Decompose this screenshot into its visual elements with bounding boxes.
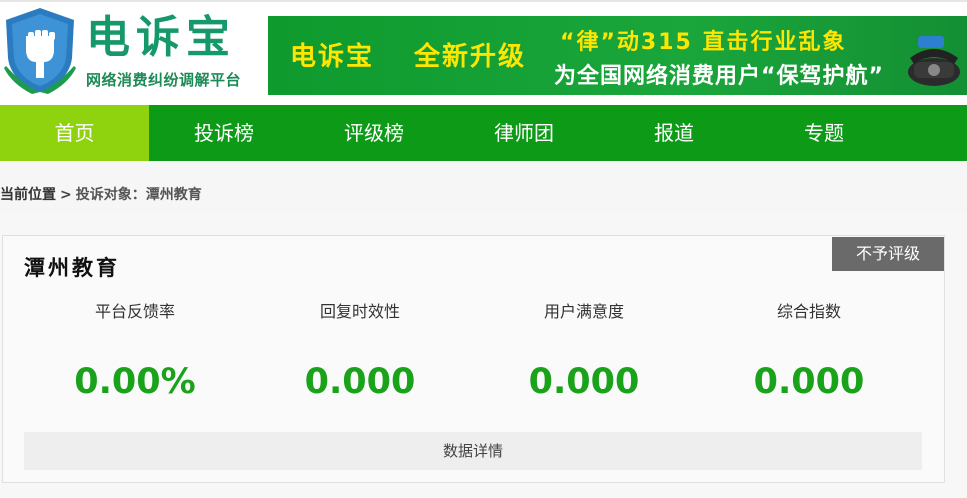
- breadcrumb-bar: 当前位置 > 投诉对象：潭州教育: [0, 161, 967, 212]
- breadcrumb: 当前位置 > 投诉对象：潭州教育: [0, 184, 202, 204]
- rating-status-badge: 不予评级: [832, 237, 944, 271]
- nav-lawyer-team[interactable]: 律师团: [449, 105, 599, 161]
- stat-label: 综合指数: [776, 302, 841, 321]
- breadcrumb-current: 当前位置: [0, 187, 56, 203]
- breadcrumb-path: 投诉对象：潭州教育: [75, 187, 202, 203]
- stat-value: 0.000: [304, 362, 416, 402]
- nav-home[interactable]: 首页: [0, 105, 149, 161]
- stat-user-satisfaction: 用户满意度 0.000: [484, 300, 684, 402]
- stat-label: 平台反馈率: [94, 302, 175, 321]
- banner-upgrade: 全新升级: [414, 42, 527, 72]
- stat-label: 用户满意度: [543, 302, 624, 321]
- company-rating-card: 潭州教育 不予评级 平台反馈率 0.00% 回复时效性 0.000 用户满意度 …: [2, 235, 945, 483]
- nav-reports[interactable]: 报道: [599, 105, 749, 161]
- stat-value: 0.000: [528, 362, 640, 402]
- banner-headline: “律”动315 直击行业乱象: [560, 30, 847, 55]
- company-name: 潭州教育: [24, 256, 120, 280]
- banner-tagline: 为全国网络消费用户“保驾护航”: [554, 64, 884, 89]
- site-logo[interactable]: 电诉宝 网络消费纠纷调解平台: [2, 6, 264, 96]
- logo-subtitle: 网络消费纠纷调解平台: [86, 71, 242, 89]
- stat-value: 0.00%: [74, 362, 196, 402]
- nav-complaint-ranking[interactable]: 投诉榜: [149, 105, 299, 161]
- banner-brand: 电诉宝: [290, 42, 375, 72]
- stat-feedback-rate: 平台反馈率 0.00%: [35, 300, 235, 402]
- site-header: 电诉宝 网络消费纠纷调解平台 电诉宝 全新升级 “律”动315 直击行业乱象 为…: [0, 0, 967, 105]
- page: 电诉宝 网络消费纠纷调解平台 电诉宝 全新升级 “律”动315 直击行业乱象 为…: [0, 0, 967, 498]
- nav-topics[interactable]: 专题: [749, 105, 899, 161]
- nav-rating-ranking[interactable]: 评级榜: [299, 105, 449, 161]
- main-nav: 首页 投诉榜 评级榜 律师团 报道 专题: [0, 105, 967, 161]
- stat-reply-timeliness: 回复时效性 0.000: [260, 300, 460, 402]
- fist-shield-icon: [4, 8, 76, 94]
- stat-composite-index: 综合指数 0.000: [709, 300, 909, 402]
- promo-banner[interactable]: 电诉宝 全新升级 “律”动315 直击行业乱象 为全国网络消费用户“保驾护航”: [268, 16, 967, 95]
- stat-label: 回复时效性: [319, 302, 400, 321]
- stat-value: 0.000: [753, 362, 865, 402]
- data-details-button[interactable]: 数据详情: [24, 432, 922, 470]
- breadcrumb-separator: >: [60, 187, 72, 203]
- logo-title: 电诉宝: [86, 12, 236, 63]
- telephone-icon: [908, 36, 960, 86]
